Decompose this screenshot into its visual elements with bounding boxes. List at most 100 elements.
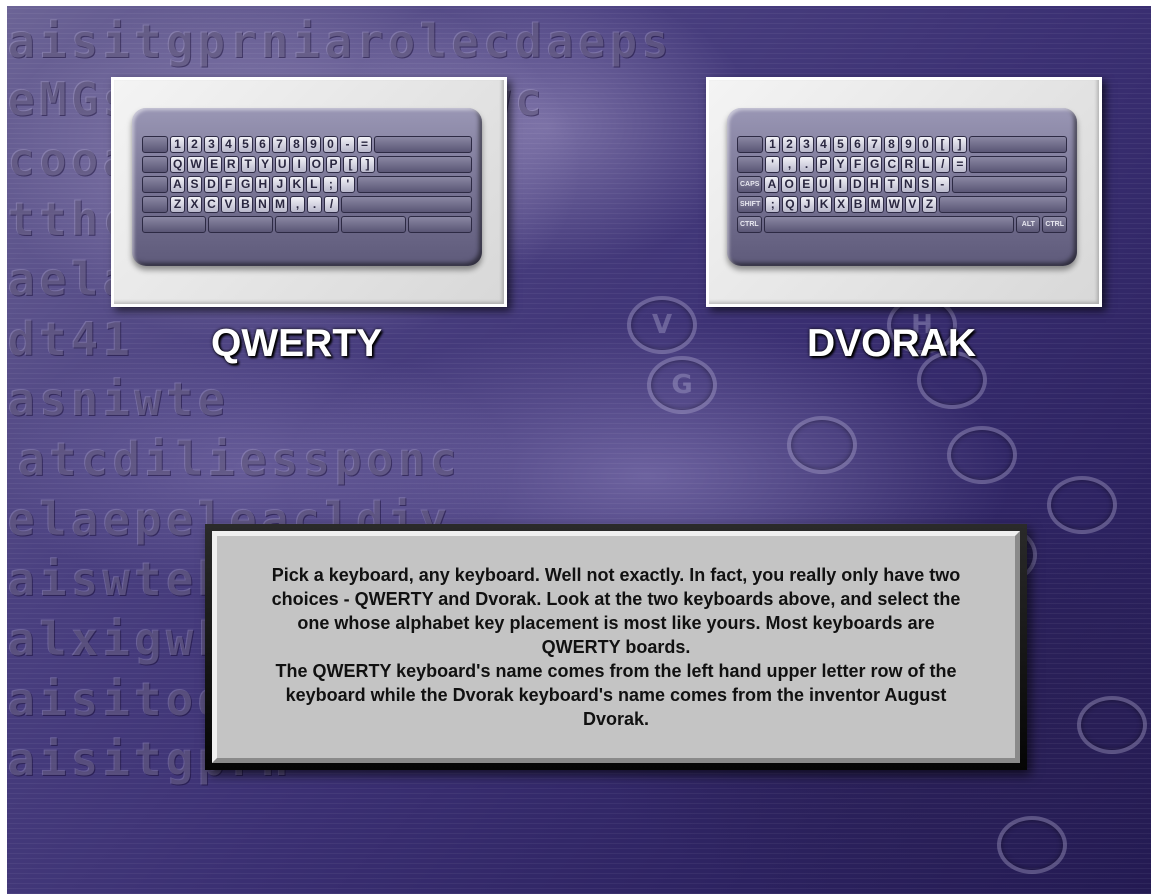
dvorak-keyboard-keys: 1 2 3 4 5 6 7 8 9 0[] ',. P Y F G C R L / = CAPS A O E U I D H T N S - S… [737, 136, 1067, 236]
dvorak-key: - [934, 176, 950, 193]
qwerty-key: ] [360, 156, 376, 173]
dvorak-key: F [850, 156, 865, 173]
dvorak-key: U [815, 176, 831, 193]
dvorak-key-row: SHIFT; Q J K X B M W V Z [737, 196, 1067, 213]
qwerty-key: - [340, 136, 355, 153]
qwerty-key [142, 176, 168, 193]
qwerty-key: Q [170, 156, 186, 173]
qwerty-key-row: Q W E R T Y U I O P[] [142, 156, 472, 173]
qwerty-key: = [357, 136, 372, 153]
qwerty-key: 2 [187, 136, 202, 153]
qwerty-key: C [204, 196, 219, 213]
qwerty-key: 3 [204, 136, 219, 153]
dvorak-key: 0 [918, 136, 933, 153]
qwerty-key [374, 136, 472, 153]
qwerty-key: E [206, 156, 222, 173]
dvorak-key: N [900, 176, 916, 193]
qwerty-key: 7 [272, 136, 287, 153]
keyboard-selection-screen: aisitgprniarolecdaepseMGsinbelsdzsdswcco… [7, 6, 1151, 894]
qwerty-key: N [255, 196, 270, 213]
dvorak-key [951, 176, 1067, 193]
qwerty-key: P [326, 156, 342, 173]
qwerty-key [377, 156, 472, 173]
dvorak-key: 9 [901, 136, 916, 153]
dvorak-key: 5 [833, 136, 848, 153]
qwerty-key: B [238, 196, 253, 213]
dvorak-key: G [867, 156, 883, 173]
dvorak-key: Q [782, 196, 798, 213]
dvorak-keyboard-image: 1 2 3 4 5 6 7 8 9 0[] ',. P Y F G C R L / = CAPS A O E U I D H T N S - S… [727, 108, 1077, 266]
qwerty-key: . [307, 196, 322, 213]
qwerty-key: Y [257, 156, 273, 173]
dvorak-key-row: CAPS A O E U I D H T N S - [737, 176, 1067, 193]
dvorak-key: T [883, 176, 899, 193]
dvorak-key: V [904, 196, 920, 213]
dvorak-key: W [885, 196, 903, 213]
dvorak-key: M [867, 196, 884, 213]
dvorak-key: S [917, 176, 933, 193]
dvorak-key: R [901, 156, 917, 173]
qwerty-key: H [255, 176, 271, 193]
dvorak-key: H [866, 176, 882, 193]
dvorak-key: 6 [850, 136, 865, 153]
qwerty-key: A [170, 176, 185, 193]
dvorak-key: = [952, 156, 968, 173]
dvorak-key-row: CTRL ALT CTRL [737, 216, 1067, 233]
qwerty-key: X [187, 196, 202, 213]
dvorak-key: D [849, 176, 865, 193]
dvorak-key-row: 1 2 3 4 5 6 7 8 9 0[] [737, 136, 1067, 153]
instructions-panel: Pick a keyboard, any keyboard. Well not … [205, 524, 1027, 770]
qwerty-key: ' [340, 176, 356, 193]
background-key-circle [1077, 696, 1147, 754]
instructions-box: Pick a keyboard, any keyboard. Well not … [212, 531, 1020, 763]
dvorak-key: . [799, 156, 814, 173]
qwerty-key: 1 [170, 136, 185, 153]
dvorak-key: [ [935, 136, 950, 153]
qwerty-key: / [324, 196, 339, 213]
dvorak-key: 2 [782, 136, 797, 153]
dvorak-key: A [764, 176, 780, 193]
dvorak-keyboard-button[interactable]: 1 2 3 4 5 6 7 8 9 0[] ',. P Y F G C R L / = CAPS A O E U I D H T N S - S… [706, 77, 1102, 307]
dvorak-key: ; [765, 196, 781, 213]
dvorak-label[interactable]: DVORAK [807, 322, 976, 366]
dvorak-key: Z [921, 196, 937, 213]
dvorak-key: , [782, 156, 797, 173]
instructions-text: Pick a keyboard, any keyboard. Well not … [271, 565, 961, 729]
qwerty-label[interactable]: QWERTY [211, 322, 382, 366]
background-letter-row: asniwte [7, 372, 229, 426]
qwerty-key [357, 176, 472, 193]
dvorak-key: SHIFT [737, 196, 764, 213]
qwerty-key [142, 156, 168, 173]
dvorak-key: CTRL [737, 216, 762, 233]
background-letter-row: aisitgprniarolecdaeps [7, 14, 673, 68]
qwerty-key: 9 [306, 136, 321, 153]
qwerty-key: O [308, 156, 325, 173]
dvorak-key [969, 136, 1067, 153]
background-key-circle: V [627, 296, 697, 354]
background-letter-row: dt41 [7, 312, 134, 366]
qwerty-keyboard-button[interactable]: 1 2 3 4 5 6 7 8 9 0- = Q W E R T Y U I O P[] A S D F G H J K L; ' Z X C V B… [111, 77, 507, 307]
qwerty-keyboard-image: 1 2 3 4 5 6 7 8 9 0- = Q W E R T Y U I O P[] A S D F G H J K L; ' Z X C V B… [132, 108, 482, 266]
dvorak-key [737, 156, 763, 173]
qwerty-key [208, 216, 273, 233]
background-key-circle: G [647, 356, 717, 414]
background-key-circle [1047, 476, 1117, 534]
qwerty-key: W [187, 156, 205, 173]
dvorak-key: Y [833, 156, 848, 173]
dvorak-key: P [816, 156, 831, 173]
qwerty-key: , [290, 196, 305, 213]
qwerty-key: R [223, 156, 239, 173]
qwerty-key: F [221, 176, 236, 193]
background-key-circle [787, 416, 857, 474]
background-letter-row: atcdiliessponc [17, 432, 461, 486]
dvorak-key: 7 [867, 136, 882, 153]
qwerty-key: D [204, 176, 219, 193]
qwerty-key [407, 216, 473, 233]
dvorak-key: 1 [765, 136, 780, 153]
dvorak-key: CTRL [1042, 216, 1067, 233]
background-key-circle [947, 426, 1017, 484]
qwerty-key: [ [343, 156, 359, 173]
dvorak-key [737, 136, 763, 153]
dvorak-key: B [850, 196, 866, 213]
qwerty-key-row: A S D F G H J K L; ' [142, 176, 472, 193]
